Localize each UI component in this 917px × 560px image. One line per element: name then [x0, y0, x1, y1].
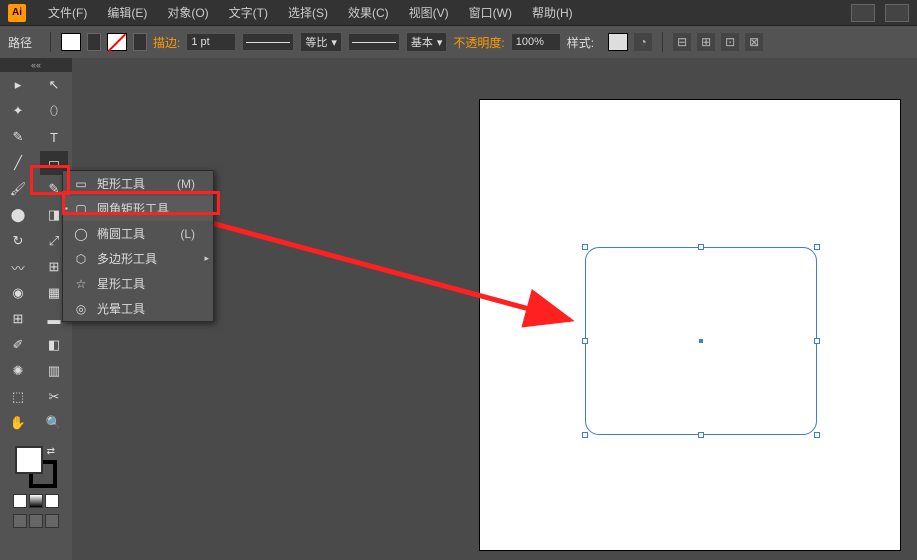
- app-icon: Ai: [8, 4, 26, 22]
- fill-color[interactable]: [15, 446, 43, 474]
- arrange-button[interactable]: [885, 4, 909, 22]
- lasso-tool[interactable]: ⬯: [40, 99, 68, 123]
- draw-behind[interactable]: [29, 514, 43, 528]
- handle-bottom-left[interactable]: [582, 432, 588, 438]
- graph-tool[interactable]: ▥: [40, 359, 68, 383]
- rounded-rectangle-shape[interactable]: [585, 247, 817, 435]
- fill-dropdown[interactable]: [87, 33, 101, 51]
- mesh-tool[interactable]: ⊞: [4, 307, 32, 331]
- flyout-ellipse-tool[interactable]: ◯ 椭圆工具 (L): [63, 221, 213, 246]
- handle-mid-left[interactable]: [582, 338, 588, 344]
- slice-tool[interactable]: ✂: [40, 385, 68, 409]
- bridge-button[interactable]: [851, 4, 875, 22]
- menu-view[interactable]: 视图(V): [399, 4, 459, 21]
- flyout-label: 光晕工具: [97, 300, 145, 317]
- flyout-flare-tool[interactable]: ◎ 光晕工具: [63, 296, 213, 321]
- stroke-weight-input[interactable]: [186, 33, 236, 51]
- menu-file[interactable]: 文件(F): [38, 4, 97, 21]
- hand-tool[interactable]: ✋: [4, 411, 32, 435]
- blob-brush-tool[interactable]: ⬤: [4, 203, 32, 227]
- handle-bottom-mid[interactable]: [698, 432, 704, 438]
- pen-tool[interactable]: ✎: [4, 125, 32, 149]
- annotation-highlight-menuitem: [62, 191, 220, 215]
- rotate-tool[interactable]: ↻: [4, 229, 32, 253]
- type-tool[interactable]: T: [40, 125, 68, 149]
- flyout-label: 星形工具: [97, 275, 145, 292]
- basic-select[interactable]: 基本▾: [406, 32, 448, 52]
- flyout-star-tool[interactable]: ☆ 星形工具: [63, 271, 213, 296]
- color-mode-row: [4, 494, 68, 508]
- flare-icon: ◎: [73, 302, 89, 316]
- menu-window[interactable]: 窗口(W): [459, 4, 522, 21]
- control-bar: 路径 描边: 等比▾ 基本▾ 不透明度: 样式: ◔ ⊟ ⊞ ⊡ ⊠: [0, 26, 917, 58]
- menu-object[interactable]: 对象(O): [157, 4, 218, 21]
- fill-swatch[interactable]: [61, 33, 81, 51]
- flyout-label: 多边形工具: [97, 250, 157, 267]
- opacity-label[interactable]: 不透明度:: [453, 34, 504, 51]
- shape-builder-tool[interactable]: ◉: [4, 281, 32, 305]
- handle-bottom-right[interactable]: [814, 432, 820, 438]
- handle-top-left[interactable]: [582, 244, 588, 250]
- stroke-swatch[interactable]: [107, 33, 127, 51]
- align-1-icon[interactable]: ⊟: [673, 33, 691, 51]
- flyout-shortcut: (M): [177, 177, 195, 191]
- style-label: 样式:: [567, 34, 594, 51]
- star-icon: ☆: [73, 277, 89, 291]
- color-none[interactable]: [45, 494, 59, 508]
- artboard-tool[interactable]: ⬚: [4, 385, 32, 409]
- color-gradient[interactable]: [29, 494, 43, 508]
- magic-wand-tool[interactable]: ✦: [4, 99, 32, 123]
- align-4-icon[interactable]: ⊠: [745, 33, 763, 51]
- menu-select[interactable]: 选择(S): [278, 4, 338, 21]
- swap-colors-icon[interactable]: ⇄: [47, 446, 55, 457]
- draw-inside[interactable]: [45, 514, 59, 528]
- align-3-icon[interactable]: ⊡: [721, 33, 739, 51]
- handle-mid-right[interactable]: [814, 338, 820, 344]
- handle-top-right[interactable]: [814, 244, 820, 250]
- flyout-label: 矩形工具: [97, 175, 145, 192]
- opacity-input[interactable]: [511, 33, 561, 51]
- align-2-icon[interactable]: ⊞: [697, 33, 715, 51]
- stroke-label[interactable]: 描边:: [153, 34, 180, 51]
- recolor-icon[interactable]: ◔: [634, 33, 652, 51]
- symbol-sprayer-tool[interactable]: ✺: [4, 359, 32, 383]
- eyedropper-tool[interactable]: ✐: [4, 333, 32, 357]
- blend-tool[interactable]: ◧: [40, 333, 68, 357]
- menu-help[interactable]: 帮助(H): [522, 4, 583, 21]
- brush-def[interactable]: [348, 33, 400, 51]
- width-tool[interactable]: 〰: [4, 255, 32, 279]
- line-tool[interactable]: ╱: [4, 151, 32, 175]
- color-solid[interactable]: [13, 494, 27, 508]
- menubar: Ai 文件(F) 编辑(E) 对象(O) 文字(T) 选择(S) 效果(C) 视…: [0, 0, 917, 26]
- menu-edit[interactable]: 编辑(E): [97, 4, 157, 21]
- flyout-polygon-tool[interactable]: ⬡ 多边形工具 ▸: [63, 246, 213, 271]
- screen-mode-row: [4, 514, 68, 528]
- paintbrush-tool[interactable]: 🖌: [4, 177, 32, 201]
- center-point: [699, 339, 703, 343]
- direct-selection-tool[interactable]: ↖: [40, 73, 68, 97]
- selection-label: 路径: [8, 34, 32, 51]
- stroke-dropdown[interactable]: [133, 33, 147, 51]
- tools-collapse[interactable]: ««: [0, 58, 72, 72]
- rectangle-icon: ▭: [73, 177, 89, 191]
- menu-effect[interactable]: 效果(C): [338, 4, 399, 21]
- color-picker[interactable]: ⇄: [15, 446, 57, 488]
- menu-type[interactable]: 文字(T): [219, 4, 278, 21]
- stroke-profile[interactable]: [242, 33, 294, 51]
- submenu-arrow-icon: ▸: [204, 253, 209, 264]
- ellipse-icon: ◯: [73, 227, 89, 241]
- zoom-tool[interactable]: 🔍: [40, 411, 68, 435]
- polygon-icon: ⬡: [73, 252, 89, 266]
- style-swatch[interactable]: [608, 33, 628, 51]
- flyout-shortcut: (L): [180, 227, 195, 241]
- flyout-label: 椭圆工具: [97, 225, 145, 242]
- selection-tool[interactable]: ▸: [4, 73, 32, 97]
- draw-normal[interactable]: [13, 514, 27, 528]
- handle-top-mid[interactable]: [698, 244, 704, 250]
- uniform-select[interactable]: 等比▾: [300, 32, 342, 52]
